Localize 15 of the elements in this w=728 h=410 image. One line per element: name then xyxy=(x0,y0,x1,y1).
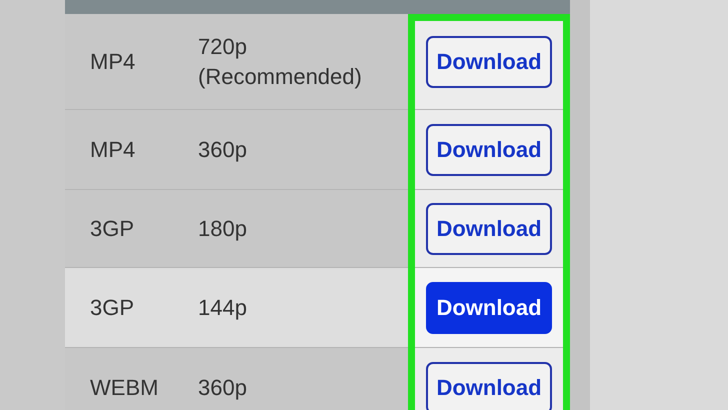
quality-cell-text: 360p xyxy=(198,374,248,402)
download-button[interactable]: Download xyxy=(426,124,552,176)
quality-cell-text: 180p xyxy=(198,214,248,243)
download-button[interactable]: Download xyxy=(426,202,552,254)
format-cell-text: 3GP xyxy=(89,294,136,322)
format-cell-text: MP4 xyxy=(89,48,136,76)
quality-cell-text: 720p (Recommended) xyxy=(198,32,363,90)
quality-cell-text: 360p xyxy=(198,136,248,164)
quality-cell-text: 144p xyxy=(198,294,248,322)
format-cell-text: 3GP xyxy=(89,214,136,242)
download-button[interactable]: Download xyxy=(426,282,552,334)
download-button[interactable]: Download xyxy=(426,36,552,88)
format-cell-text: MP4 xyxy=(89,136,136,164)
format-cell-text: WEBM xyxy=(89,374,160,402)
download-button[interactable]: Download xyxy=(426,362,552,410)
